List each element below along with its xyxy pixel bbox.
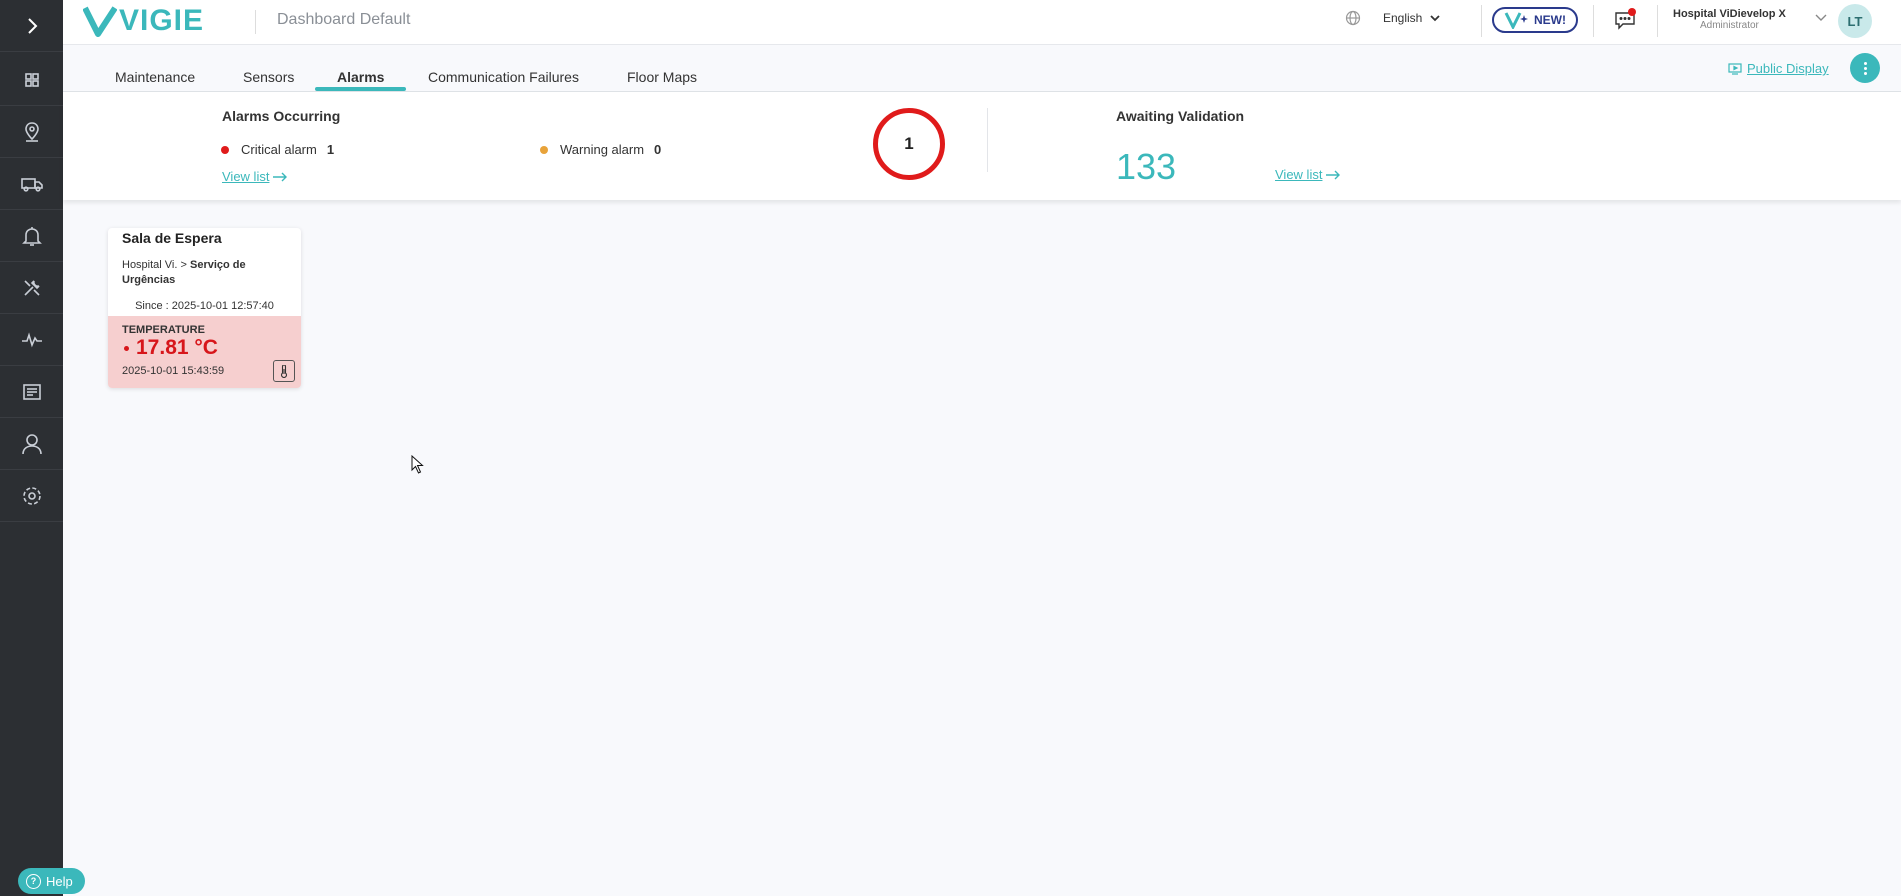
tools-icon <box>23 279 40 296</box>
sidebar-item-settings[interactable] <box>0 470 63 522</box>
summary-divider <box>987 108 988 172</box>
header-divider <box>255 10 256 34</box>
alarm-card[interactable]: Sala de Espera Hospital Vi. > Serviço de… <box>108 228 301 388</box>
dashboard-icon <box>24 72 39 87</box>
avatar[interactable]: LT <box>1838 4 1872 38</box>
monitor-play-icon <box>1728 62 1742 75</box>
messages-button[interactable] <box>1614 8 1636 35</box>
critical-alarm-label: Critical alarm <box>241 142 317 157</box>
metric-value-row: 17.81 °C <box>124 336 218 360</box>
warning-dot <box>540 145 548 154</box>
help-label: Help <box>46 873 73 889</box>
alarms-view-list-link[interactable]: View list <box>222 169 288 184</box>
mouse-cursor-icon <box>411 455 424 474</box>
sidebar-item-dashboard[interactable] <box>0 54 63 106</box>
metric-timestamp: 2025-10-01 15:43:59 <box>122 365 225 377</box>
language-label: English <box>1383 11 1423 25</box>
sidebar-toggle-button[interactable] <box>0 0 63 52</box>
critical-dot <box>221 145 229 154</box>
gear-icon <box>22 486 41 505</box>
user-role: Administrator <box>1699 20 1759 31</box>
header-divider <box>1593 5 1594 37</box>
header-divider <box>1481 5 1482 37</box>
tab-sensors[interactable]: Sensors <box>243 69 294 85</box>
dashboard-tabs: Maintenance Sensors Alarms Communication… <box>63 44 1901 92</box>
card-alarm-section: TEMPERATURE 17.81 °C 2025-10-01 15:43:59 <box>108 316 301 388</box>
tab-alarms[interactable]: Alarms <box>337 69 384 85</box>
map-pin-icon <box>24 121 39 142</box>
top-header: VIGIE Dashboard Default English NEW! Hos… <box>63 0 1901 45</box>
path-prefix: Hospital Vi. > <box>122 259 187 271</box>
help-button[interactable]: ? Help <box>18 868 85 894</box>
sidebar-item-monitoring[interactable] <box>0 314 63 366</box>
alarms-summary-panel: Alarms Occurring Critical alarm 1 Warnin… <box>63 92 1901 200</box>
arrow-right-icon <box>1326 170 1341 179</box>
sidebar-item-transport[interactable] <box>0 158 63 210</box>
metric-label: TEMPERATURE <box>122 324 205 336</box>
sensor-details-button[interactable] <box>273 360 295 382</box>
sidebar: ? Help <box>0 0 85 896</box>
dashboard-title: Dashboard Default <box>277 11 411 28</box>
report-icon <box>22 383 41 400</box>
card-since: Since : 2025-10-01 12:57:40 <box>135 300 274 312</box>
sidebar-item-locations[interactable] <box>0 106 63 158</box>
tab-communication-failures[interactable]: Communication Failures <box>428 69 579 85</box>
view-list-label: View list <box>222 169 270 184</box>
critical-dot <box>124 345 129 351</box>
pulse-icon <box>21 331 42 347</box>
tab-floor-maps[interactable]: Floor Maps <box>627 69 697 85</box>
view-list-label: View list <box>1275 167 1323 182</box>
warning-alarm-label: Warning alarm <box>560 142 645 157</box>
total-alarms-indicator: 1 <box>873 108 945 180</box>
kebab-dot <box>1863 66 1867 70</box>
awaiting-validation-count: 133 <box>1116 146 1177 187</box>
header-divider <box>1657 5 1658 37</box>
critical-alarm-count: 1 <box>326 142 335 157</box>
new-badge-label: NEW! <box>1534 13 1566 27</box>
question-icon: ? <box>26 873 41 889</box>
truck-icon <box>20 177 43 192</box>
sparkle-v-icon <box>1504 12 1528 29</box>
sidebar-item-reports[interactable] <box>0 366 63 418</box>
card-location-path: Hospital Vi. > Serviço de Urgências <box>122 258 287 288</box>
warning-alarm-row: Warning alarm 0 <box>540 142 661 157</box>
active-tab-indicator <box>315 87 406 91</box>
public-display-label: Public Display <box>1747 61 1829 76</box>
critical-alarm-row: Critical alarm 1 <box>221 142 334 157</box>
awaiting-validation-title: Awaiting Validation <box>1116 108 1245 124</box>
user-icon <box>21 433 42 454</box>
public-display-link[interactable]: Public Display <box>1728 61 1829 76</box>
chevron-down-icon <box>1430 15 1440 22</box>
more-options-button[interactable] <box>1850 53 1880 83</box>
user-menu[interactable]: Hospital ViDievelop X Administrator <box>1673 8 1786 31</box>
warning-alarm-count: 0 <box>654 142 662 157</box>
kebab-dot <box>1863 61 1867 65</box>
arrow-right-icon <box>273 172 288 181</box>
vigie-logo-icon <box>83 6 117 37</box>
chevron-right-icon <box>27 17 37 34</box>
vigie-logo[interactable]: VIGIE <box>83 4 204 38</box>
globe-icon <box>1345 10 1361 26</box>
thermometer-icon <box>280 364 288 378</box>
sidebar-item-maintenance[interactable] <box>0 262 63 314</box>
kebab-dot <box>1863 71 1867 75</box>
notification-dot <box>1628 8 1636 16</box>
card-title: Sala de Espera <box>122 230 222 246</box>
language-selector[interactable]: English <box>1345 10 1440 26</box>
chevron-down-icon[interactable] <box>1815 14 1827 22</box>
awaiting-view-list-link[interactable]: View list <box>1275 167 1341 182</box>
tab-maintenance[interactable]: Maintenance <box>115 69 195 85</box>
metric-value: 17.81 °C <box>136 336 218 359</box>
user-name: Hospital ViDievelop X <box>1673 8 1786 20</box>
bell-icon <box>21 226 42 246</box>
new-features-button[interactable]: NEW! <box>1492 7 1578 33</box>
sidebar-item-alarms[interactable] <box>0 210 63 262</box>
alarms-occurring-title: Alarms Occurring <box>222 108 341 124</box>
logo-text: VIGIE <box>119 4 205 37</box>
sidebar-item-users[interactable] <box>0 418 63 470</box>
